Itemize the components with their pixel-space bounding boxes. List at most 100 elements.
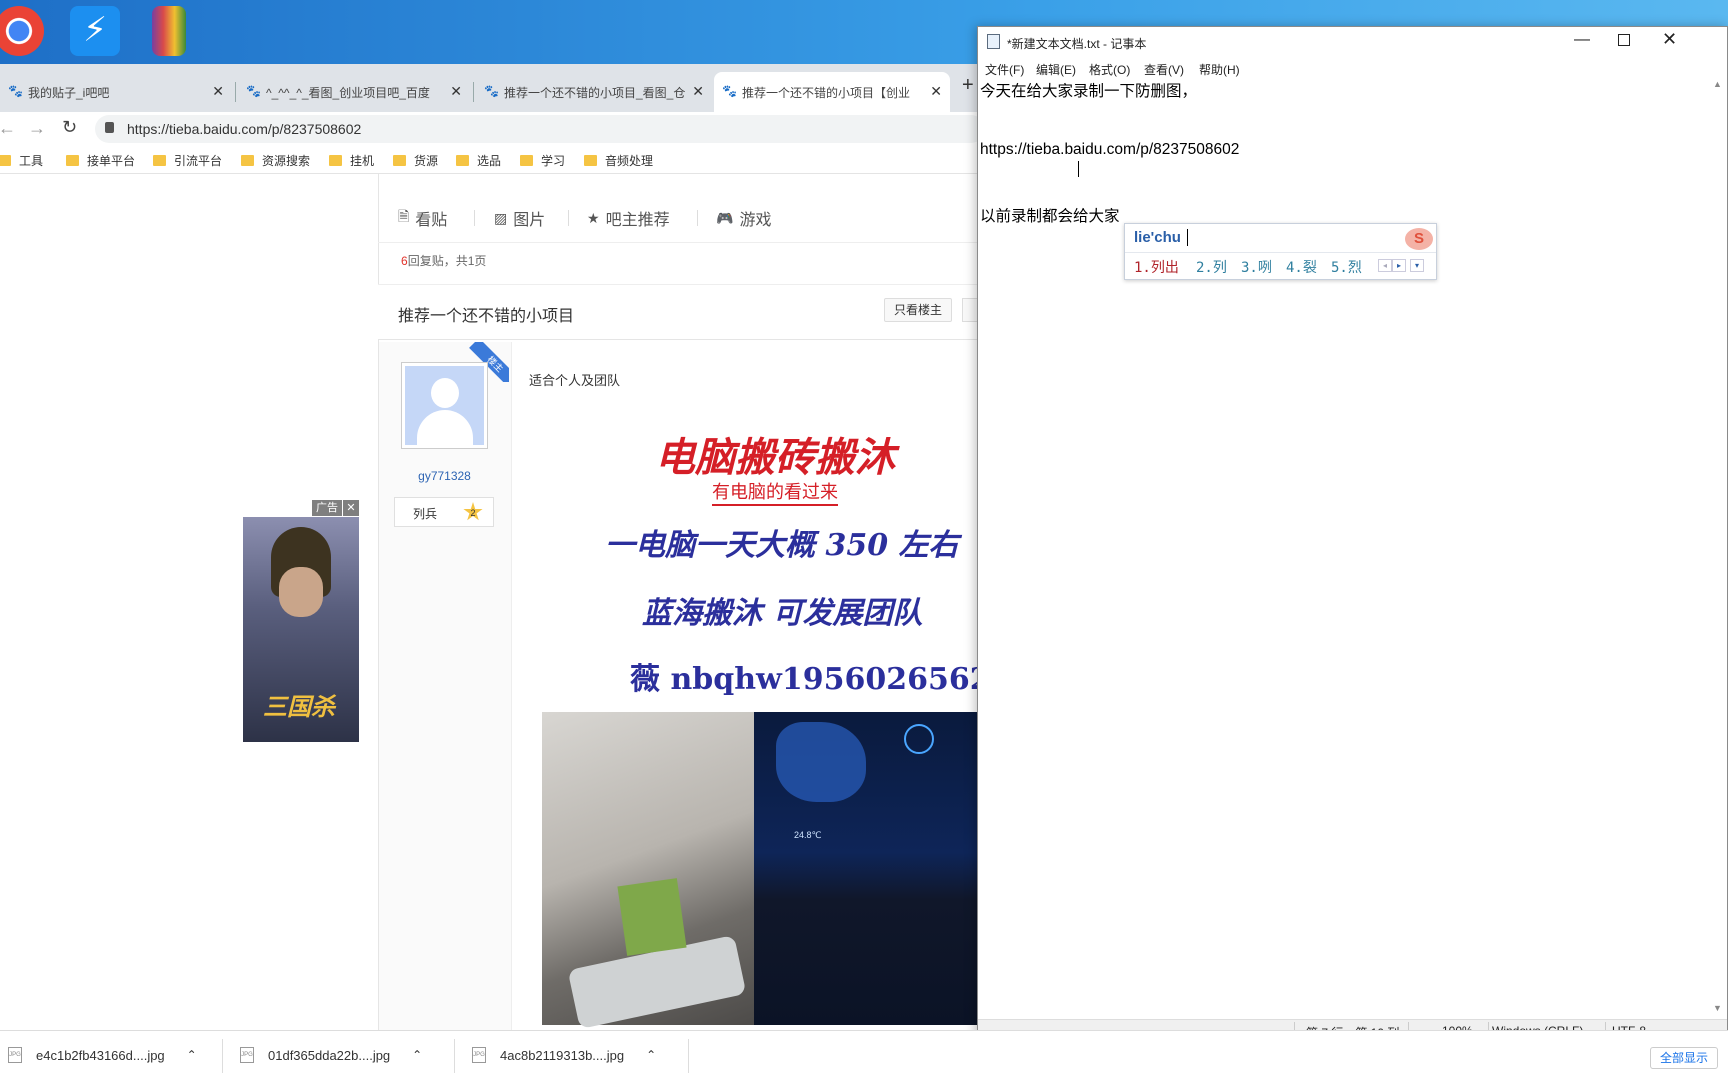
text-line: https://tieba.baidu.com/p/8237508602 — [980, 141, 1240, 158]
bookmark-folder[interactable]: 选品 — [456, 152, 501, 169]
baidu-paw-icon: 🐾 — [246, 84, 261, 98]
browser-tab-active[interactable]: 🐾 推荐一个还不错的小项目【创业 ✕ — [714, 72, 950, 112]
bookmark-folder[interactable]: 音频处理 — [584, 152, 653, 169]
ime-candidate[interactable]: 3.咧 — [1241, 257, 1272, 277]
notepad-window: *新建文本文档.txt - 记事本 — ✕ 文件(F) 编辑(E) 格式(O) … — [977, 26, 1728, 1041]
ad-game-title: 三国杀 — [263, 692, 335, 721]
level-star-icon: 2 — [463, 502, 483, 521]
ad-label: 广告 — [312, 500, 342, 516]
folder-icon — [456, 155, 469, 166]
folder-icon — [66, 155, 79, 166]
sidebar-ad[interactable]: 三国杀 — [243, 517, 359, 742]
post-poster-image: 电脑搬砖搬沐 有电脑的看过来 一电脑一天大概 350 左右 蓝海搬沐 可发展团队… — [605, 434, 991, 697]
new-tab-icon[interactable]: + — [962, 74, 974, 97]
address-bar[interactable]: https://tieba.baidu.com/p/8237508602 — [95, 115, 985, 143]
document-icon: 🗎 — [398, 208, 410, 224]
forward-arrow-icon[interactable]: → — [28, 118, 46, 139]
tab-posts[interactable]: 🗎 看贴 — [398, 206, 447, 230]
folder-icon — [241, 155, 254, 166]
baidu-paw-icon: 🐾 — [722, 84, 737, 98]
text-cursor-ibeam — [1078, 161, 1079, 177]
notepad-title: *新建文本文档.txt - 记事本 — [1007, 37, 1147, 51]
jpg-file-icon: JPG — [472, 1047, 486, 1063]
folder-icon — [153, 155, 166, 166]
download-item[interactable]: JPG e4c1b2fb43166d....jpg ⌃ — [8, 1047, 197, 1063]
download-item[interactable]: JPG 4ac8b2119313b....jpg ⌃ — [472, 1047, 656, 1063]
ad-close-icon[interactable]: ✕ — [343, 500, 359, 516]
ime-candidate-window: lie'chu S 1.列出 2.列 3.咧 4.裂 5.烈 ◂ ▸ ▾ — [1124, 223, 1437, 280]
winrar-desktop-icon[interactable] — [152, 6, 186, 56]
bookmark-folder[interactable]: 工具 — [0, 152, 43, 169]
maximize-icon[interactable] — [1618, 34, 1630, 46]
close-icon[interactable]: ✕ — [1662, 29, 1677, 50]
notepad-app-icon — [987, 34, 1000, 49]
minimize-icon[interactable]: — — [1574, 31, 1590, 49]
vertical-scrollbar[interactable]: ▲ ▼ — [1708, 79, 1726, 1019]
folder-icon — [520, 155, 533, 166]
chevron-up-icon[interactable]: ⌃ — [187, 1048, 197, 1062]
ime-expand-icon[interactable]: ▾ — [1410, 259, 1424, 272]
jpg-file-icon: JPG — [8, 1047, 22, 1063]
browser-tab[interactable]: 🐾 我的贴子_i吧吧 ✕ — [0, 72, 232, 112]
author-level-badge: 列兵 2 — [394, 497, 494, 527]
bookmark-folder[interactable]: 资源搜索 — [241, 152, 310, 169]
menu-file[interactable]: 文件(F) — [985, 61, 1024, 78]
ime-candidate[interactable]: 1.列出 — [1134, 257, 1179, 277]
author-name[interactable]: gy771328 — [379, 469, 510, 483]
folder-icon — [393, 155, 406, 166]
baidu-paw-icon: 🐾 — [484, 84, 499, 98]
browser-navbar: ← → ↻ https://tieba.baidu.com/p/82375086… — [0, 112, 985, 146]
ime-candidate[interactable]: 4.裂 — [1286, 257, 1317, 277]
ime-next-page-icon[interactable]: ▸ — [1392, 259, 1406, 272]
scroll-down-icon[interactable]: ▼ — [1713, 1003, 1722, 1013]
chevron-up-icon[interactable]: ⌃ — [646, 1048, 656, 1062]
bookmark-folder[interactable]: 挂机 — [329, 152, 374, 169]
folder-icon — [0, 155, 11, 166]
folder-icon — [584, 155, 597, 166]
ime-input-text: lie'chu — [1134, 229, 1181, 246]
author-avatar[interactable] — [401, 362, 488, 449]
thunder-desktop-icon[interactable]: ⚡ — [70, 6, 120, 56]
tab-recommend[interactable]: ★ 吧主推荐 — [587, 206, 670, 230]
browser-tab[interactable]: 🐾 ^_^^_^_看图_创业项目吧_百度 ✕ — [238, 72, 470, 112]
close-tab-icon[interactable]: ✕ — [450, 83, 462, 100]
back-arrow-icon[interactable]: ← — [0, 118, 16, 139]
thread-title: 推荐一个还不错的小项目 — [398, 308, 575, 325]
reload-icon[interactable]: ↻ — [62, 117, 77, 138]
bookmark-folder[interactable]: 引流平台 — [153, 152, 222, 169]
ime-candidate[interactable]: 2.列 — [1196, 257, 1227, 277]
reply-count: 6回复贴，共1页 — [401, 254, 487, 268]
tab-title: 我的贴子_i吧吧 — [28, 85, 110, 100]
menu-edit[interactable]: 编辑(E) — [1036, 61, 1076, 78]
menu-help[interactable]: 帮助(H) — [1199, 61, 1240, 78]
post-text: 适合个人及团队 — [529, 373, 621, 388]
bookmark-folder[interactable]: 货源 — [393, 152, 438, 169]
bookmarks-bar: 工具 接单平台 引流平台 资源搜索 挂机 货源 选品 学习 音频处理 — [0, 146, 980, 174]
ime-candidate[interactable]: 5.烈 — [1331, 257, 1362, 277]
tab-images[interactable]: ▨ 图片 — [494, 206, 545, 230]
sogou-logo-icon: S — [1405, 228, 1433, 250]
menu-format[interactable]: 格式(O) — [1089, 61, 1130, 78]
notepad-menubar: 文件(F) 编辑(E) 格式(O) 查看(V) 帮助(H) — [978, 57, 1727, 79]
scroll-up-icon[interactable]: ▲ — [1713, 79, 1722, 89]
close-tab-icon[interactable]: ✕ — [930, 83, 942, 100]
notepad-titlebar: *新建文本文档.txt - 记事本 — ✕ — [978, 27, 1727, 57]
chrome-desktop-icon[interactable] — [0, 6, 44, 56]
browser-tab[interactable]: 🐾 推荐一个还不错的小项目_看图_仓 ✕ — [476, 72, 712, 112]
default-avatar-icon — [405, 366, 484, 445]
only-op-button[interactable]: 只看楼主 — [884, 298, 952, 322]
close-tab-icon[interactable]: ✕ — [692, 83, 704, 100]
photo-dashboard-screen: 24.8℃ — [754, 712, 980, 1025]
close-tab-icon[interactable]: ✕ — [212, 83, 224, 100]
bookmark-folder[interactable]: 接单平台 — [66, 152, 135, 169]
show-all-downloads-button[interactable]: 全部显示 — [1650, 1047, 1718, 1069]
star-icon: ★ — [587, 209, 600, 226]
tab-title: 推荐一个还不错的小项目_看图_仓 — [504, 85, 686, 100]
bookmark-folder[interactable]: 学习 — [520, 152, 565, 169]
menu-view[interactable]: 查看(V) — [1144, 61, 1184, 78]
tab-games[interactable]: 🎮 游戏 — [716, 206, 771, 230]
ime-prev-page-icon[interactable]: ◂ — [1378, 259, 1392, 272]
downloads-bar: JPG e4c1b2fb43166d....jpg ⌃ JPG 01df365dda2… — [0, 1030, 1728, 1080]
chevron-up-icon[interactable]: ⌃ — [412, 1048, 422, 1062]
download-item[interactable]: JPG 01df365dda22b....jpg ⌃ — [240, 1047, 422, 1063]
